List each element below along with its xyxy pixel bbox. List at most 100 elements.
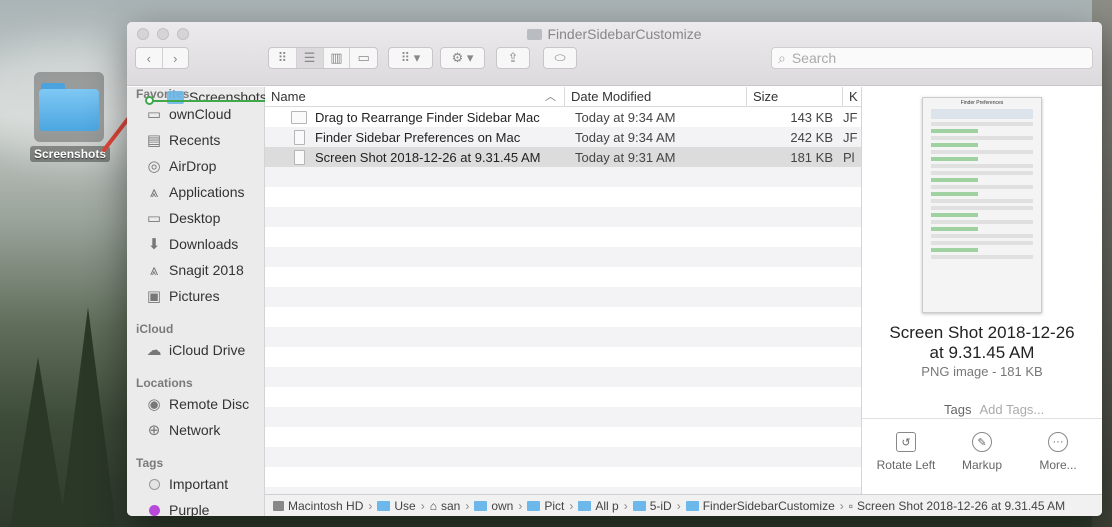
breadcrumb-item[interactable]: Pict ›	[527, 499, 578, 513]
list-view-button[interactable]: ☰	[296, 48, 324, 68]
columns-icon: ▥	[330, 50, 343, 65]
search-placeholder: Search	[791, 50, 837, 66]
empty-row	[265, 427, 861, 447]
markup-button[interactable]: ✎ Markup	[942, 432, 1022, 472]
path-bar: Macintosh HD › Use › ⌂ san › own › Pict › All …	[265, 494, 1102, 516]
forward-button[interactable]: ›	[163, 48, 189, 68]
file-date: Today at 9:34 AM	[575, 129, 676, 145]
file-kind: JF	[843, 109, 858, 125]
column-view-button[interactable]: ▥	[324, 48, 351, 68]
sidebar-item-remote-disc[interactable]: ◉ Remote Disc	[144, 393, 249, 415]
breadcrumb-label: All p	[595, 498, 619, 513]
breadcrumb-item[interactable]: FinderSidebarCustomize ›	[685, 499, 849, 513]
back-button[interactable]: ‹	[136, 48, 163, 68]
download-icon: ⬇	[147, 236, 161, 253]
folder-icon	[39, 83, 99, 131]
sidebar-item-icloud-drive[interactable]: ☁ iCloud Drive	[144, 339, 246, 361]
file-rows: Drag to Rearrange Finder Sidebar Mac Tod…	[265, 107, 861, 507]
sidebar-item-label: Snagit 2018	[169, 262, 244, 278]
empty-row	[265, 287, 861, 307]
image-file-icon: ▫	[848, 498, 854, 513]
breadcrumb-item[interactable]: Use ›	[377, 499, 429, 513]
share-button[interactable]: ⇪	[496, 47, 530, 69]
empty-row	[265, 467, 861, 487]
nav-buttons: ‹ ›	[135, 47, 189, 69]
sidebar-item-snagit[interactable]: ⩓ Snagit 2018	[144, 259, 244, 281]
preview-pane: Finder Preferences Screen Shot 2018-12-2…	[861, 87, 1102, 496]
empty-row	[265, 187, 861, 207]
sidebar-item-pictures[interactable]: ▣ Pictures	[144, 285, 220, 307]
window-title-text: FinderSidebarCustomize	[547, 26, 702, 42]
breadcrumb-item[interactable]: All p ›	[578, 499, 632, 513]
column-header-date[interactable]: Date Modified	[565, 87, 747, 106]
edit-tags-button[interactable]: ⬭	[543, 47, 577, 69]
image-file-icon	[294, 149, 305, 165]
more-label: More...	[1039, 458, 1077, 472]
action-button[interactable]: ⚙ ▾	[440, 47, 485, 69]
rotate-left-label: Rotate Left	[876, 458, 936, 472]
breadcrumb-item[interactable]: ⌂ san ›	[430, 499, 475, 513]
file-size: 143 KB	[790, 109, 833, 125]
search-icon: ⌕	[778, 49, 786, 66]
breadcrumb-label: 5-iD	[649, 498, 672, 513]
sidebar-item-label: Important	[169, 476, 229, 492]
chevron-left-icon: ‹	[146, 50, 151, 66]
search-input[interactable]: ⌕ Search	[771, 47, 1093, 69]
sidebar-item-owncloud[interactable]: ▭ ownCloud	[144, 103, 231, 125]
file-size: 181 KB	[790, 149, 833, 165]
sidebar-item-label: Recents	[169, 132, 221, 148]
table-row[interactable]: Drag to Rearrange Finder Sidebar Mac Tod…	[265, 107, 861, 127]
clock-icon: ▤	[146, 132, 162, 149]
file-kind: Pl	[843, 149, 855, 165]
more-button[interactable]: ··· More...	[1018, 432, 1098, 472]
empty-row	[265, 407, 861, 427]
file-name: Finder Sidebar Preferences on Mac	[315, 129, 521, 145]
column-header-kind[interactable]: K	[843, 87, 861, 106]
markup-icon: ✎	[972, 432, 992, 452]
column-header-size[interactable]: Size	[747, 87, 843, 106]
image-file-icon	[291, 110, 307, 124]
file-list: Name ︿ Date Modified Size K Drag to Rearr…	[265, 87, 861, 507]
desktop-folder-screenshots[interactable]: Screenshots	[30, 72, 111, 162]
empty-row	[265, 327, 861, 347]
group-by-button[interactable]: ⠿ ▾	[388, 47, 433, 69]
folder-icon	[377, 500, 391, 511]
add-tags-field[interactable]: Add Tags...	[979, 402, 1044, 417]
sidebar-item-label: Purple	[169, 502, 210, 516]
empty-row	[265, 387, 861, 407]
column-name-label: Name	[271, 89, 306, 104]
list-header: Name ︿ Date Modified Size K	[265, 87, 861, 107]
breadcrumb-item[interactable]: 5-iD ›	[632, 498, 686, 513]
disc-icon: ◉	[147, 396, 161, 413]
desktop-tree	[10, 357, 66, 527]
rotate-left-icon: ↺	[896, 432, 916, 452]
breadcrumb-label: own	[491, 498, 514, 513]
table-row-selected[interactable]: Screen Shot 2018-12-26 at 9.31.45 AM Tod…	[265, 147, 861, 167]
sidebar-item-label: ownCloud	[169, 106, 232, 122]
rotate-left-button[interactable]: ↺ Rotate Left	[866, 432, 946, 472]
folder-icon	[527, 500, 541, 511]
breadcrumb-item[interactable]: own ›	[474, 499, 527, 513]
breadcrumb-item[interactable]: ▫ Screen Shot 2018-12-26 at 9.31.45 AM	[849, 499, 1065, 513]
empty-row	[265, 307, 861, 327]
sidebar-item-recents[interactable]: ▤ Recents	[144, 129, 220, 151]
sidebar-item-desktop[interactable]: ▭ Desktop	[144, 207, 220, 229]
view-switcher: ⠿ ☰ ▥ ▭	[268, 47, 378, 69]
breadcrumb-label: san	[440, 498, 461, 513]
sidebar-item-airdrop[interactable]: ◎ AirDrop	[144, 155, 216, 177]
sidebar-item-downloads[interactable]: ⬇ Downloads	[144, 233, 239, 255]
sidebar-item-applications[interactable]: ⩓ Applications	[144, 181, 245, 203]
empty-row	[265, 347, 861, 367]
sidebar-item-tag-important[interactable]: Important	[144, 473, 228, 495]
sidebar-item-tag-purple[interactable]: Purple	[144, 499, 209, 516]
column-header-name[interactable]: Name ︿	[265, 87, 565, 106]
breadcrumb-item[interactable]: Macintosh HD ›	[273, 499, 377, 513]
folder-icon: ▭	[146, 106, 162, 123]
table-row[interactable]: Finder Sidebar Preferences on Mac Today …	[265, 127, 861, 147]
sidebar-item-network[interactable]: ⊕ Network	[144, 419, 221, 441]
icon-view-button[interactable]: ⠿	[269, 48, 297, 68]
preview-file-name: Screen Shot 2018-12-26 at 9.31.45 AM	[889, 323, 1075, 362]
gallery-view-button[interactable]: ▭	[350, 48, 377, 68]
breadcrumb-label: Macintosh HD	[288, 498, 364, 513]
preview-file-kind: PNG image - 181 KB	[921, 364, 1043, 379]
